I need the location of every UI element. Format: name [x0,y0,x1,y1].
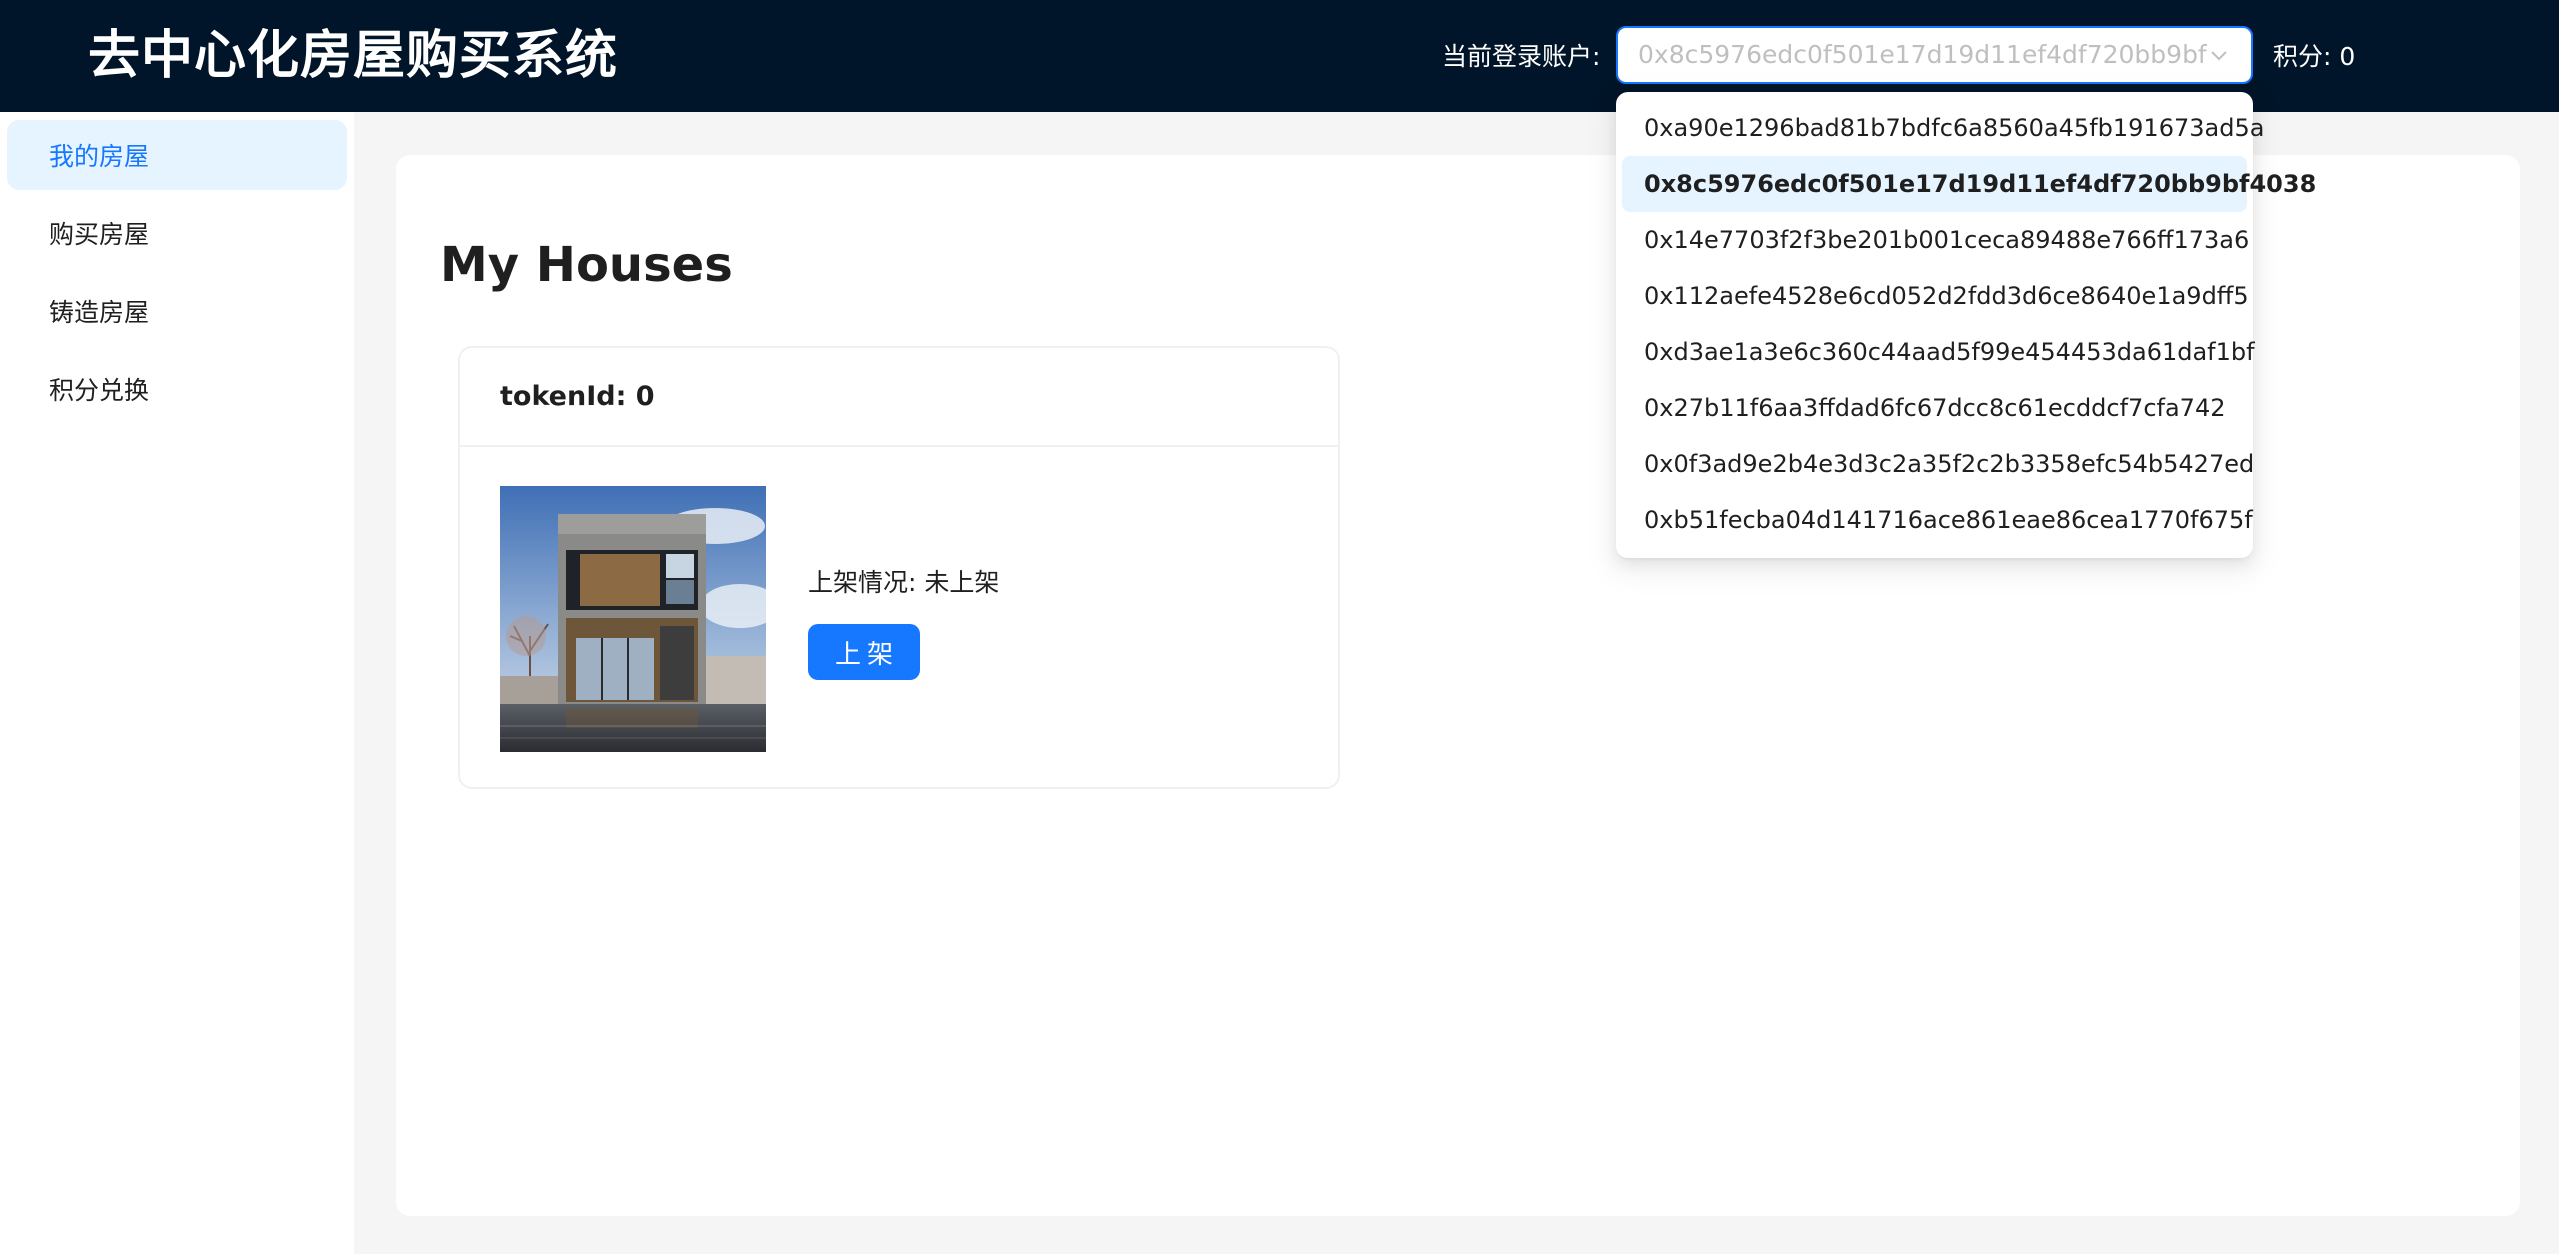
sidebar-item-mint-houses[interactable]: 铸造房屋 [7,276,347,346]
account-option[interactable]: 0x112aefe4528e6cd052d2fdd3d6ce8640e1a9df… [1622,268,2249,324]
account-option-selected[interactable]: 0x8c5976edc0f501e17d19d11ef4df720bb9bf40… [1622,156,2316,212]
account-option[interactable]: 0xd3ae1a3e6c360c44aad5f99e454453da61daf1… [1622,324,2255,380]
sidebar-item-label: 铸造房屋 [49,298,150,327]
account-label: 当前登录账户: [1442,42,1601,71]
list-for-sale-button[interactable]: 上架 [808,624,920,680]
house-image [500,486,766,752]
account-option[interactable]: 0xb51fecba04d141716ace861eae86cea1770f67… [1622,492,2253,548]
account-select-value: 0x8c5976edc0f501e17d19d11ef4df720bb9bf40… [1638,40,2207,69]
account-select[interactable]: 0x8c5976edc0f501e17d19d11ef4df720bb9bf40… [1616,26,2253,84]
account-option[interactable]: 0x14e7703f2f3be201b001ceca89488e766ff173… [1622,212,2249,268]
card-header: tokenId: 0 [460,348,1338,447]
listing-status: 上架情况: 未上架 [808,568,1000,597]
app-title: 去中心化房屋购买系统 [88,26,619,86]
page-title: My Houses [440,237,733,293]
account-option[interactable]: 0x0f3ad9e2b4e3d3c2a35f2c2b3358efc54b5427… [1622,436,2254,492]
account-option[interactable]: 0x27b11f6aa3ffdad6fc67dcc8c61ecddcf7cfa7… [1622,380,2247,436]
sidebar-item-label: 我的房屋 [49,142,150,171]
sidebar-item-label: 积分兑换 [49,376,150,405]
account-option[interactable]: 0xa90e1296bad81b7bdfc6a8560a45fb191673ad… [1622,100,2264,156]
sidebar-item-label: 购买房屋 [49,220,150,249]
token-id-label: tokenId: 0 [500,381,655,412]
account-dropdown: 0xa90e1296bad81b7bdfc6a8560a45fb191673ad… [1616,92,2316,558]
sidebar-item-buy-houses[interactable]: 购买房屋 [7,198,347,268]
points-display: 积分: 0 [2273,42,2356,71]
sidebar-menu: 我的房屋 购买房屋 铸造房屋 积分兑换 [0,112,354,1254]
chevron-down-icon[interactable] [2207,43,2231,67]
sidebar-item-points-exchange[interactable]: 积分兑换 [7,354,347,424]
house-card: tokenId: 0 上架情况: 未上架 上架 [458,346,1340,789]
sidebar-item-my-houses[interactable]: 我的房屋 [7,120,347,190]
